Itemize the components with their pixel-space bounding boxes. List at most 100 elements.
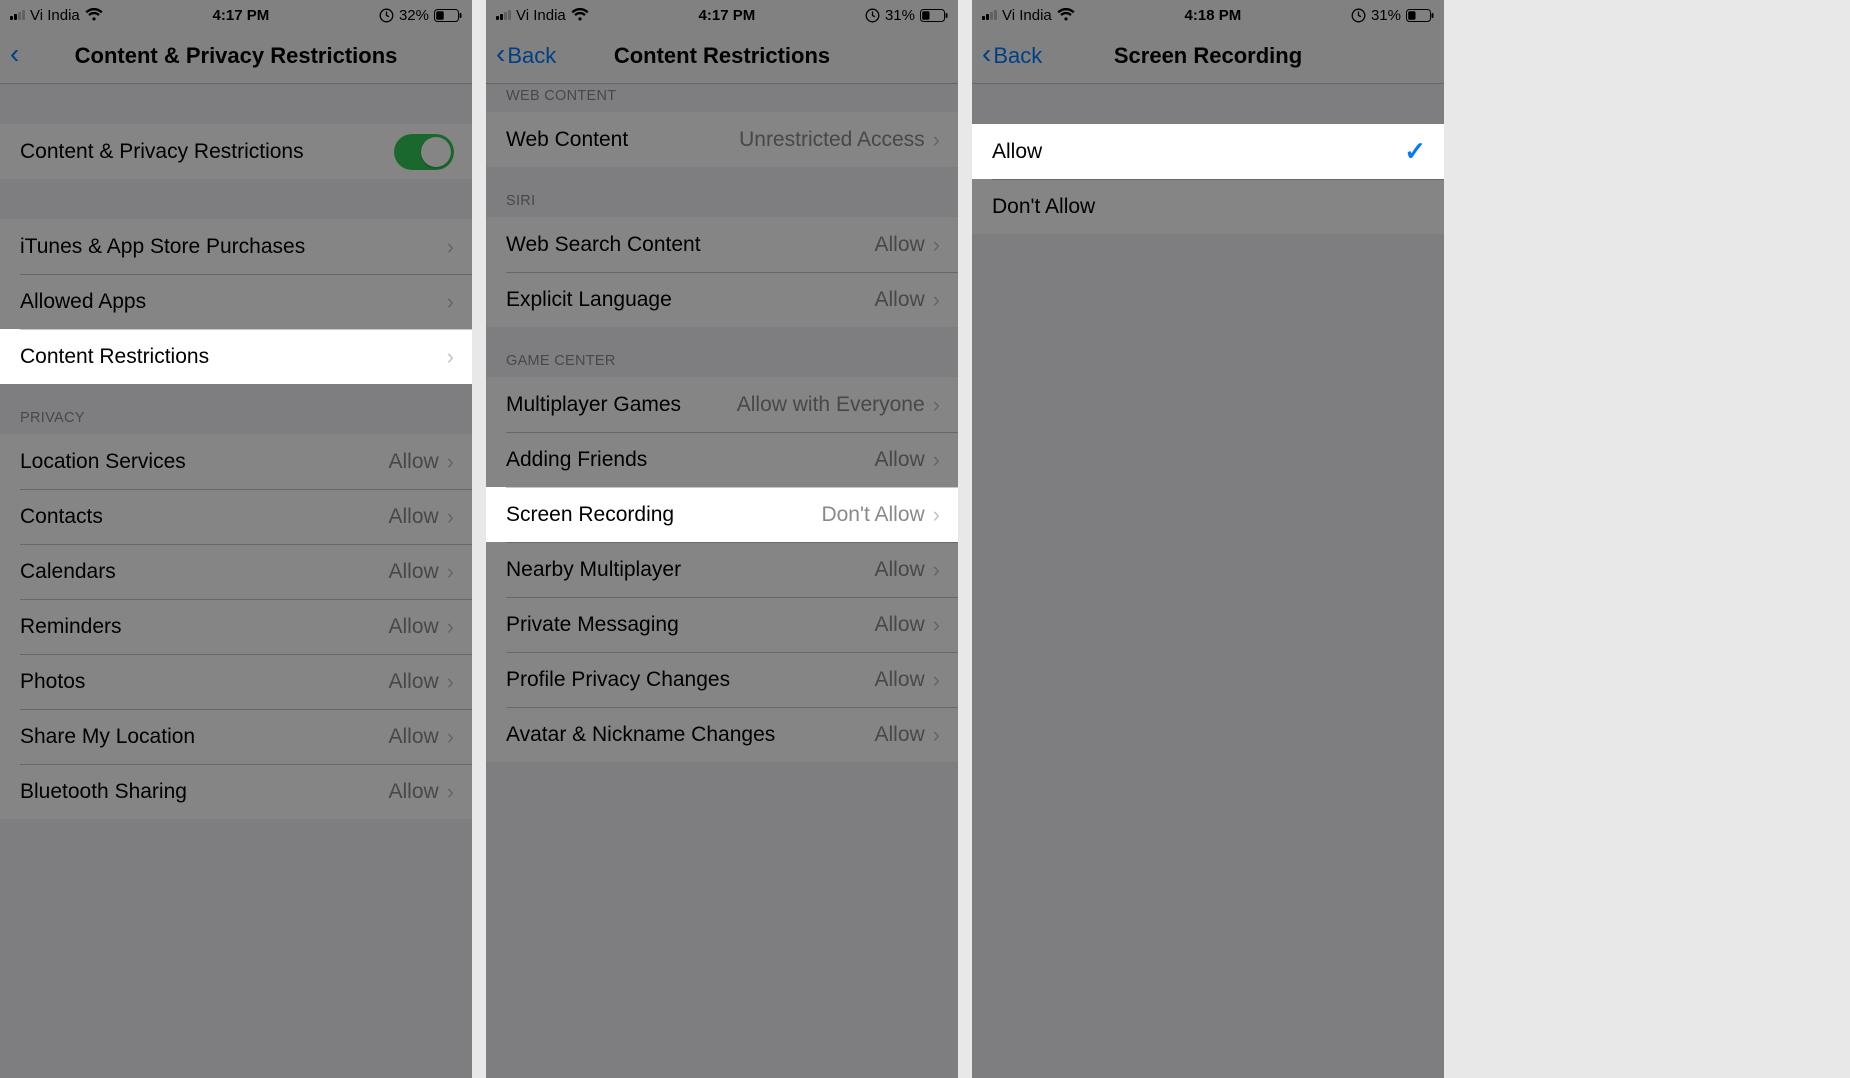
option-dont-allow[interactable]: Don't Allow	[972, 179, 1444, 234]
row-value: Allow	[874, 558, 924, 582]
chevron-right-icon: ›	[447, 344, 454, 370]
row-label: Screen Recording	[506, 503, 821, 527]
row-label: Multiplayer Games	[506, 393, 737, 417]
row-label: Calendars	[20, 560, 388, 584]
row-value: Allow	[874, 668, 924, 692]
toggle-switch[interactable]	[394, 134, 454, 170]
group-header-privacy: PRIVACY	[0, 384, 472, 434]
battery-percent-label: 32%	[399, 7, 429, 24]
row-label: iTunes & App Store Purchases	[20, 235, 447, 259]
battery-icon	[1406, 9, 1434, 22]
row-value: Allow	[388, 670, 438, 694]
row-value: Allow	[388, 725, 438, 749]
back-label: Back	[507, 43, 556, 69]
settings-list[interactable]: Content & Privacy Restrictions iTunes & …	[0, 84, 472, 1078]
signal-icon	[496, 10, 511, 20]
row-value: Allow with Everyone	[737, 393, 925, 417]
row-label: Explicit Language	[506, 288, 874, 312]
row-bluetooth-sharing[interactable]: Bluetooth Sharing Allow ›	[0, 764, 472, 819]
row-explicit-language[interactable]: Explicit Language Allow ›	[486, 272, 958, 327]
page-title: Screen Recording	[972, 43, 1444, 69]
rotation-lock-icon	[1351, 8, 1366, 23]
screen-content-restrictions: Vi India 4:17 PM 31% ‹ Back Content Rest…	[486, 0, 958, 1078]
settings-list[interactable]: WEB CONTENT Web Content Unrestricted Acc…	[486, 84, 958, 1078]
chevron-right-icon: ›	[933, 127, 940, 153]
row-web-content[interactable]: Web Content Unrestricted Access ›	[486, 112, 958, 167]
row-value: Allow	[874, 448, 924, 472]
row-screen-recording[interactable]: Screen Recording Don't Allow ›	[486, 487, 958, 542]
row-allowed-apps[interactable]: Allowed Apps ›	[0, 274, 472, 329]
row-content-restrictions[interactable]: Content Restrictions ›	[0, 329, 472, 384]
row-calendars[interactable]: Calendars Allow ›	[0, 544, 472, 599]
clock-label: 4:17 PM	[213, 7, 270, 24]
battery-icon	[920, 9, 948, 22]
row-adding-friends[interactable]: Adding Friends Allow ›	[486, 432, 958, 487]
rotation-lock-icon	[379, 8, 394, 23]
chevron-right-icon: ›	[933, 392, 940, 418]
row-share-location[interactable]: Share My Location Allow ›	[0, 709, 472, 764]
wifi-icon	[571, 8, 589, 22]
chevron-right-icon: ›	[447, 234, 454, 260]
row-label: Avatar & Nickname Changes	[506, 723, 874, 747]
back-label: Back	[993, 43, 1042, 69]
row-value: Unrestricted Access	[739, 128, 925, 152]
row-private-messaging[interactable]: Private Messaging Allow ›	[486, 597, 958, 652]
screen-screen-recording: Vi India 4:18 PM 31% ‹ Back Screen Recor…	[972, 0, 1444, 1078]
chevron-right-icon: ›	[447, 724, 454, 750]
row-label: Adding Friends	[506, 448, 874, 472]
row-label: Profile Privacy Changes	[506, 668, 874, 692]
carrier-label: Vi India	[30, 7, 80, 24]
row-multiplayer-games[interactable]: Multiplayer Games Allow with Everyone ›	[486, 377, 958, 432]
row-value: Allow	[874, 723, 924, 747]
row-value: Allow	[388, 505, 438, 529]
signal-icon	[10, 10, 25, 20]
row-label: Web Search Content	[506, 233, 874, 257]
status-bar: Vi India 4:17 PM 32%	[0, 0, 472, 28]
row-label: Private Messaging	[506, 613, 874, 637]
status-bar: Vi India 4:17 PM 31%	[486, 0, 958, 28]
group-header-siri: SIRI	[486, 167, 958, 217]
chevron-right-icon: ›	[933, 557, 940, 583]
option-allow[interactable]: Allow ✓	[972, 124, 1444, 179]
row-web-search-content[interactable]: Web Search Content Allow ›	[486, 217, 958, 272]
row-avatar-nickname-changes[interactable]: Avatar & Nickname Changes Allow ›	[486, 707, 958, 762]
row-reminders[interactable]: Reminders Allow ›	[0, 599, 472, 654]
chevron-right-icon: ›	[933, 447, 940, 473]
row-value: Allow	[874, 288, 924, 312]
row-value: Allow	[874, 233, 924, 257]
row-contacts[interactable]: Contacts Allow ›	[0, 489, 472, 544]
status-bar: Vi India 4:18 PM 31%	[972, 0, 1444, 28]
chevron-right-icon: ›	[447, 559, 454, 585]
chevron-right-icon: ›	[447, 289, 454, 315]
row-nearby-multiplayer[interactable]: Nearby Multiplayer Allow ›	[486, 542, 958, 597]
toggle-content-privacy[interactable]: Content & Privacy Restrictions	[0, 124, 472, 179]
row-location-services[interactable]: Location Services Allow ›	[0, 434, 472, 489]
nav-bar: ‹ Back Screen Recording	[972, 28, 1444, 84]
chevron-right-icon: ›	[447, 449, 454, 475]
wifi-icon	[85, 8, 103, 22]
row-label: Contacts	[20, 505, 388, 529]
chevron-right-icon: ›	[933, 287, 940, 313]
row-value: Allow	[388, 560, 438, 584]
chevron-right-icon: ›	[933, 612, 940, 638]
row-label: Web Content	[506, 128, 739, 152]
row-value: Allow	[388, 615, 438, 639]
chevron-left-icon: ‹	[10, 40, 19, 68]
row-value: Allow	[388, 780, 438, 804]
checkmark-icon: ✓	[1404, 136, 1426, 167]
row-label: Allow	[992, 140, 1404, 164]
back-button[interactable]: ‹ Back	[496, 43, 556, 69]
row-value: Allow	[388, 450, 438, 474]
back-button[interactable]: ‹ Back	[982, 43, 1042, 69]
settings-list[interactable]: Allow ✓ Don't Allow	[972, 84, 1444, 1078]
back-button[interactable]: ‹	[10, 43, 21, 68]
row-itunes-purchases[interactable]: iTunes & App Store Purchases ›	[0, 219, 472, 274]
row-label: Location Services	[20, 450, 388, 474]
battery-percent-label: 31%	[1371, 7, 1401, 24]
rotation-lock-icon	[865, 8, 880, 23]
row-label: Share My Location	[20, 725, 388, 749]
row-photos[interactable]: Photos Allow ›	[0, 654, 472, 709]
row-value: Allow	[874, 613, 924, 637]
row-profile-privacy-changes[interactable]: Profile Privacy Changes Allow ›	[486, 652, 958, 707]
chevron-right-icon: ›	[447, 669, 454, 695]
